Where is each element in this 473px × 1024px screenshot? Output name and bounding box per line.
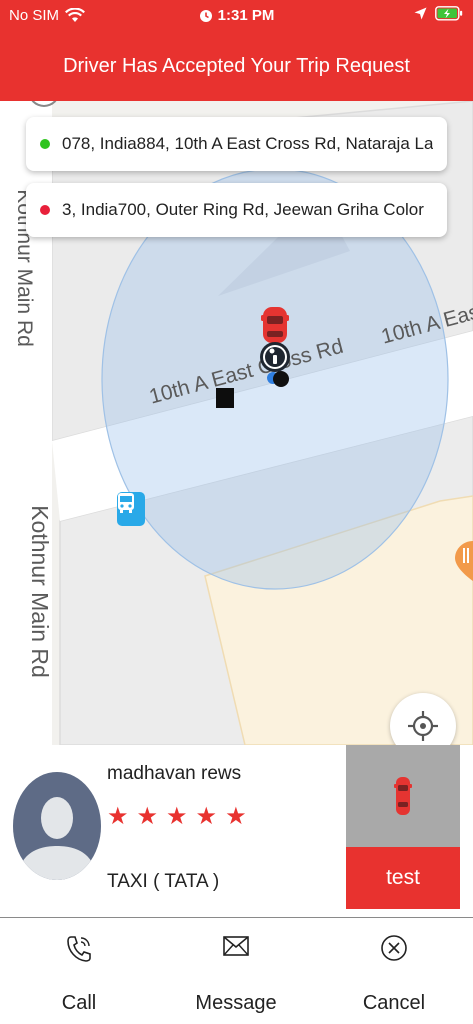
call-button[interactable]: Call <box>9 918 149 1024</box>
driver-info-panel: madhavan rews ★ ★ ★ ★ ★ TAXI ( TATA ) te… <box>0 745 473 917</box>
cancel-circle-icon <box>381 935 407 961</box>
location-arrow-icon <box>414 7 427 20</box>
message-button[interactable]: Message <box>166 918 306 1024</box>
banner-title: Driver Has Accepted Your Trip Request <box>63 55 410 77</box>
vehicle-type: TAXI ( TATA ) <box>107 871 220 892</box>
alarm-icon <box>199 9 212 22</box>
user-location-marker-icon <box>260 342 290 387</box>
locate-me-button[interactable] <box>390 693 456 745</box>
driver-avatar <box>13 772 101 880</box>
drop-dot-icon <box>40 205 50 215</box>
driver-rating: ★ ★ ★ ★ ★ <box>107 805 247 829</box>
default-avatar-icon <box>13 772 101 880</box>
star-icon: ★ <box>166 803 188 830</box>
action-bar: Call Message Cancel <box>0 917 473 1024</box>
restaurant-marker-icon <box>455 541 473 581</box>
status-center: 1:31 PM <box>0 7 473 24</box>
message-label: Message <box>195 992 277 1014</box>
map-view[interactable]: Kothnur Main Rd Kothnur Main Rd 10th A E… <box>0 101 473 745</box>
phone-icon <box>67 936 91 962</box>
destination-marker-icon <box>216 388 234 408</box>
cancel-button[interactable]: Cancel <box>324 918 464 1024</box>
envelope-icon <box>223 936 249 956</box>
locate-crosshair-icon <box>408 711 438 741</box>
car-icon <box>394 777 412 815</box>
car-thumbnail <box>346 745 460 847</box>
drop-address-text: 3, India700, Outer Ring Rd, Jeewan Griha… <box>62 200 424 219</box>
cancel-label: Cancel <box>362 992 426 1014</box>
star-icon: ★ <box>195 803 218 830</box>
bus-stop-icon[interactable] <box>117 492 145 526</box>
star-icon: ★ <box>225 803 247 830</box>
driver-name: madhavan rews <box>107 763 242 784</box>
road-label-kothnur-lower: Kothnur Main Rd <box>26 505 53 678</box>
call-label: Call <box>61 992 97 1014</box>
pickup-address-text: 078, India884, 10th A East Cross Rd, Nat… <box>62 134 434 153</box>
status-bar: No SIM 1:31 PM <box>0 0 473 32</box>
clock-time: 1:31 PM <box>217 7 275 24</box>
status-right <box>414 6 463 21</box>
star-icon: ★ <box>136 803 159 830</box>
trip-status-banner: Driver Has Accepted Your Trip Request <box>0 32 473 101</box>
drop-address-card[interactable]: 3, India700, Outer Ring Rd, Jeewan Griha… <box>26 183 447 237</box>
battery-charging-icon <box>435 6 463 21</box>
pickup-address-card[interactable]: 078, India884, 10th A East Cross Rd, Nat… <box>26 117 447 171</box>
car-label: test <box>346 847 460 909</box>
star-icon: ★ <box>107 803 129 830</box>
pickup-dot-icon <box>40 139 50 149</box>
